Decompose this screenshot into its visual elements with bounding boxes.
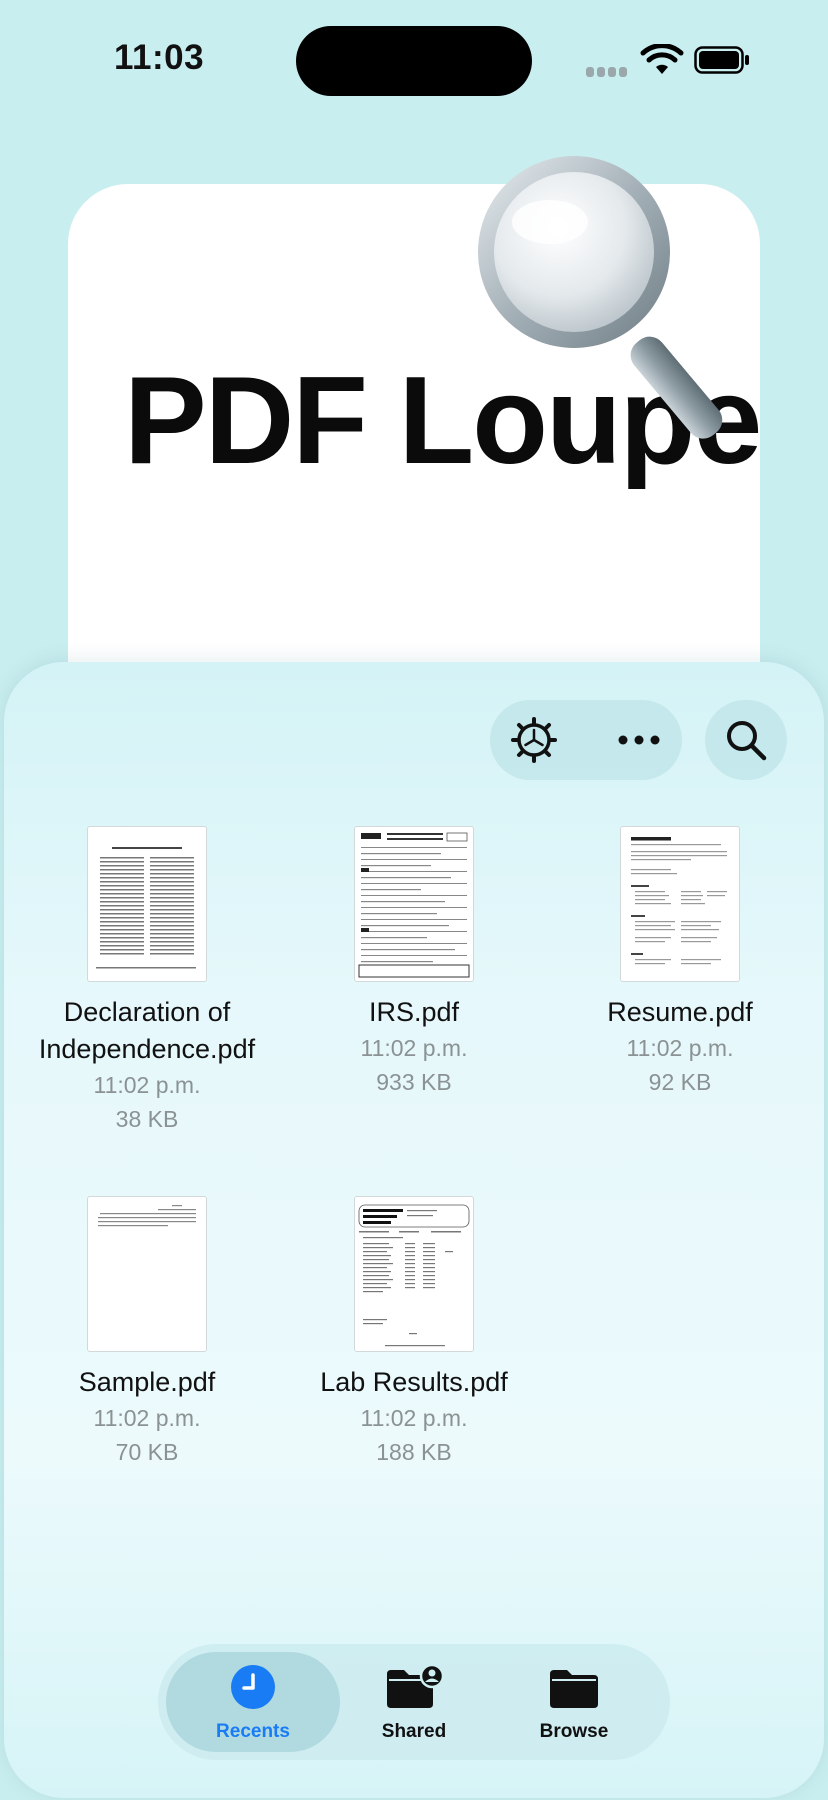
dynamic-island [296, 26, 532, 96]
tab-browse[interactable]: Browse [494, 1664, 654, 1743]
file-time: 11:02 p.m. [93, 1072, 201, 1098]
tab-label: Recents [216, 1721, 290, 1742]
more-button[interactable] [607, 708, 671, 772]
search-icon [727, 721, 767, 761]
tab-recents[interactable]: Recents [173, 1664, 333, 1743]
pdf-thumbnail [354, 1196, 474, 1352]
file-time: 11:02 p.m. [360, 1405, 468, 1431]
cellular-signal-icon [586, 64, 630, 77]
file-time: 11:02 p.m. [360, 1035, 468, 1061]
file-time: 11:02 p.m. [626, 1035, 734, 1061]
file-time: 11:02 p.m. [93, 1405, 201, 1431]
file-size: 38 KB [115, 1106, 179, 1132]
gear-icon [511, 717, 557, 763]
file-name: Sample.pdf [78, 1367, 216, 1397]
file-item-irs[interactable]: IRS.pdf 11:02 p.m. 933 KB [284, 826, 544, 1099]
file-name: Resume.pdf [607, 997, 753, 1027]
tab-label: Browse [539, 1721, 609, 1742]
pdf-thumbnail [87, 826, 207, 982]
file-item-lab-results[interactable]: Lab Results.pdf 11:02 p.m. 188 KB [284, 1196, 544, 1469]
magnifying-glass-icon [478, 156, 723, 439]
search-button[interactable] [705, 700, 787, 780]
pdf-thumbnail [620, 826, 740, 982]
status-time: 11:03 [114, 38, 205, 77]
battery-icon [694, 46, 749, 74]
shared-folder-icon [387, 1663, 445, 1708]
tab-shared[interactable]: Shared [334, 1663, 494, 1743]
ellipsis-icon [618, 735, 660, 745]
file-size: 933 KB [376, 1069, 452, 1095]
clock-icon [231, 1665, 275, 1709]
folder-icon [550, 1670, 598, 1708]
file-size: 188 KB [376, 1439, 452, 1465]
tab-label: Shared [381, 1721, 447, 1742]
pdf-thumbnail [87, 1196, 207, 1352]
pdf-thumbnail [354, 826, 474, 982]
status-bar: 11:03 [0, 0, 828, 110]
settings-button[interactable] [502, 708, 566, 772]
file-size: 70 KB [115, 1439, 179, 1465]
file-item-declaration[interactable]: Declaration of Independence.pdf 11:02 p.… [17, 826, 277, 1136]
file-item-sample[interactable]: Sample.pdf 11:02 p.m. 70 KB [17, 1196, 277, 1469]
file-item-resume[interactable]: Resume.pdf 11:02 p.m. 92 KB [550, 826, 810, 1099]
wifi-icon [640, 44, 684, 74]
file-size: 92 KB [648, 1069, 712, 1095]
file-name: IRS.pdf [368, 997, 460, 1027]
file-name: Declaration of Independence.pdf [38, 997, 256, 1064]
file-name: Lab Results.pdf [320, 1367, 508, 1397]
